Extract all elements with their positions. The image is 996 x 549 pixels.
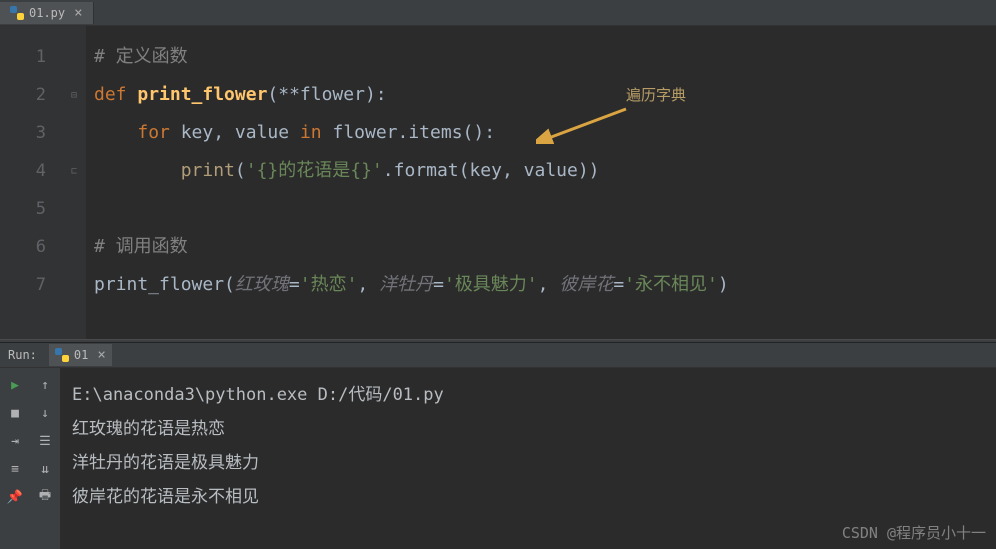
run-config-name: 01 [74, 348, 88, 362]
code-keyword: for [137, 122, 170, 143]
line-number: 6 [0, 228, 46, 266]
arrow-up-icon[interactable]: ↑ [34, 374, 56, 396]
code-func-name: print_flower [137, 84, 267, 105]
console-tool-column-right: ↑ ↓ ☰ ⇊ 🖶 [30, 368, 60, 549]
line-number: 2 [0, 76, 46, 114]
arrow-down-icon[interactable]: ↓ [34, 402, 56, 424]
console-tool-column-left: ▶ ■ ⇥ ≡ 📌 [0, 368, 30, 549]
close-icon[interactable]: × [97, 347, 105, 363]
code-comment: # 调用函数 [94, 236, 188, 257]
code-ident: key [181, 122, 214, 143]
code-string: '永不相见' [624, 274, 718, 295]
code-string: '极具魅力' [444, 274, 538, 295]
layout-icon[interactable]: ≡ [4, 458, 26, 480]
code-string: '{}的花语是{}' [246, 160, 383, 181]
python-icon [55, 348, 69, 362]
code-ident: value [235, 122, 289, 143]
close-icon[interactable]: × [74, 5, 82, 21]
arrow-icon [536, 104, 636, 144]
python-icon [10, 6, 24, 20]
fold-column: ⊟ ⊏ [62, 26, 86, 339]
scroll-icon[interactable]: ⇊ [34, 458, 56, 480]
fold-end-icon: ⊏ [62, 152, 86, 190]
console-command: E:\anaconda3\python.exe D:/代码/01.py [72, 378, 984, 412]
code-keyword: in [300, 122, 322, 143]
code-kwarg: 彼岸花 [559, 274, 613, 295]
code-area[interactable]: # 定义函数 def print_flower(**flower): for k… [86, 26, 996, 339]
code-func-call: print [181, 160, 235, 181]
code-ident: .format(key, value)) [383, 160, 600, 181]
code-string: '热恋' [300, 274, 358, 295]
code-editor[interactable]: 1 2 3 4 5 6 7 ⊟ ⊏ # 定义函数 def print_flowe… [0, 26, 996, 339]
pin-icon[interactable]: 📌 [4, 486, 26, 508]
code-kwarg: 洋牡丹 [379, 274, 433, 295]
console-line: 洋牡丹的花语是极具魅力 [72, 446, 984, 480]
code-ident: flower.items(): [332, 122, 495, 143]
code-params: **flower [278, 84, 365, 105]
editor-tab-bar: 01.py × [0, 0, 996, 26]
run-toolbar: Run: 01 × [0, 343, 996, 368]
run-label: Run: [8, 348, 37, 362]
print-icon[interactable]: 🖶 [34, 486, 56, 508]
file-tab[interactable]: 01.py × [0, 2, 94, 24]
line-number: 4 [0, 152, 46, 190]
run-icon[interactable]: ▶ [4, 374, 26, 396]
watermark: CSDN @程序员小十一 [842, 522, 986, 543]
console-line: 彼岸花的花语是永不相见 [72, 480, 984, 514]
line-number: 1 [0, 38, 46, 76]
filter-icon[interactable]: ☰ [34, 430, 56, 452]
soft-wrap-icon[interactable]: ⇥ [4, 430, 26, 452]
code-func-call: print_flower [94, 274, 224, 295]
code-comment: # 定义函数 [94, 46, 188, 67]
fold-icon[interactable]: ⊟ [62, 76, 86, 114]
console-line: 红玫瑰的花语是热恋 [72, 412, 984, 446]
tab-filename: 01.py [29, 6, 65, 20]
line-number: 7 [0, 266, 46, 304]
run-config-tab[interactable]: 01 × [49, 344, 112, 366]
code-kwarg: 红玫瑰 [235, 274, 289, 295]
line-number: 3 [0, 114, 46, 152]
line-number: 5 [0, 190, 46, 228]
code-keyword: def [94, 84, 127, 105]
line-gutter: 1 2 3 4 5 6 7 [0, 26, 62, 339]
stop-icon[interactable]: ■ [4, 402, 26, 424]
